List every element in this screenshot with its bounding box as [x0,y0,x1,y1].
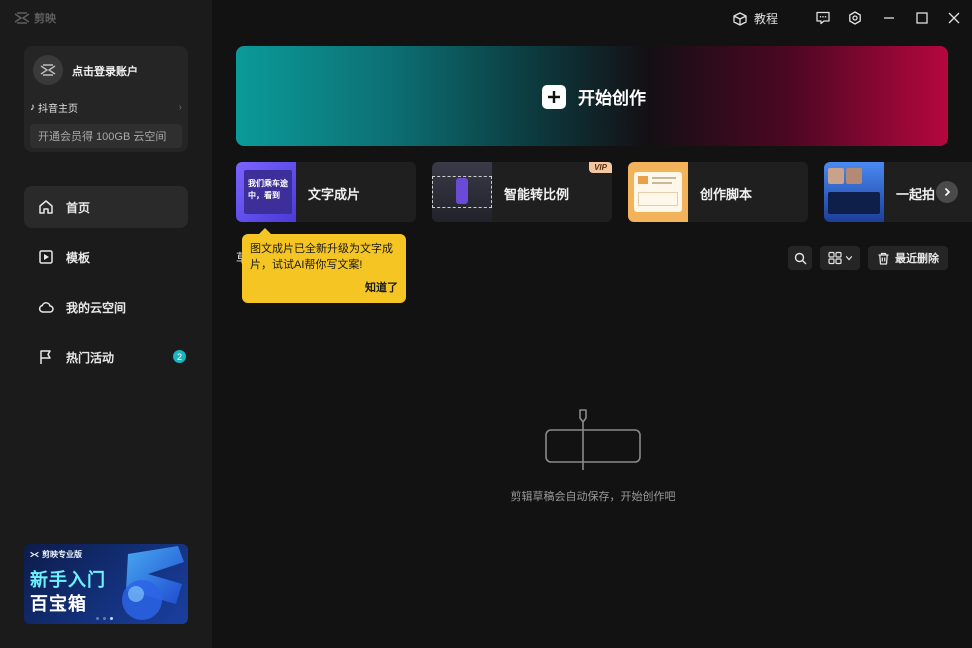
douyin-icon: ♪ [30,101,35,113]
card-script[interactable]: 创作脚本 [628,162,808,222]
tutorial-label: 教程 [754,12,779,26]
title-bar: 教程 [212,0,972,36]
start-creation-content: 开始创作 [542,84,646,109]
card-thumbnail [432,162,492,222]
sidebar-item-label: 热门活动 [66,350,115,365]
home-icon [39,200,53,214]
template-icon [39,250,53,264]
participant-thumb [828,168,844,184]
start-creation-button[interactable]: 开始创作 [236,46,948,146]
search-drafts-button[interactable] [788,246,812,270]
maximize-button[interactable] [914,10,930,26]
promo-carousel-dots[interactable] [96,617,113,620]
trash-icon [878,252,889,265]
cube-icon [733,11,747,26]
douyin-homepage-link[interactable]: ♪ 抖音主页 › [30,98,182,116]
feedback-button[interactable] [815,10,831,26]
search-icon [794,252,806,264]
account-card: 点击登录账户 ♪ 抖音主页 › 开通会员得 100GB 云空间 [24,46,188,152]
carousel-dot[interactable] [110,617,113,620]
card-label: 智能转比例 [504,187,570,202]
recently-deleted-button[interactable]: 最近删除 [868,246,948,270]
sidebar-item-label: 模板 [66,250,91,265]
carousel-dot[interactable] [96,617,99,620]
empty-drafts-message: 剪辑草稿会自动保存，开始创作吧 [510,491,676,503]
card-smart-ratio[interactable]: 智能转比例 VIP [432,162,612,222]
recently-deleted-label: 最近删除 [895,253,939,265]
card-text-to-video[interactable]: 我们乘车途中，看到 文字成片 [236,162,416,222]
tooltip-text: 图文成片已全新升级为文字成片，试试AI帮你写文案! [250,243,393,271]
sidebar: 剪映 点击登录账户 ♪ 抖音主页 › 开通会员得 100GB 云空间 首页 模板… [0,0,212,648]
view-mode-dropdown[interactable] [820,246,860,270]
flag-icon [40,350,51,364]
login-link[interactable]: 点击登录账户 [72,63,138,79]
promo-title-line2: 百宝箱 [30,594,87,614]
skater-figure [456,178,468,204]
promo-3d-logo-art [122,546,184,620]
capcut-logo-icon [14,12,30,24]
card-thumbnail [824,162,884,222]
card-label: 一起拍 [896,187,936,202]
app-logo: 剪映 [14,10,56,26]
sidebar-item-label: 首页 [66,200,91,215]
promo-banner[interactable]: 剪映专业版 新手入门 百宝箱 [24,544,188,624]
feedback-icon [816,11,830,25]
avatar[interactable] [33,55,63,85]
card-label: 文字成片 [308,187,361,202]
tutorial-button[interactable]: 教程 [733,10,778,27]
chevron-right-icon [944,187,951,197]
vip-badge: VIP [589,162,612,173]
start-creation-label: 开始创作 [578,89,646,108]
minimize-icon [884,17,894,19]
sidebar-item-label: 我的云空间 [66,300,127,315]
capcut-avatar-icon [40,64,56,76]
promo-title-line1: 新手入门 [30,570,106,590]
app-name: 剪映 [34,13,56,25]
script-thumb-image [638,176,648,184]
script-line [652,177,676,179]
carousel-dot[interactable] [103,617,106,620]
close-button[interactable] [946,10,962,26]
script-line [652,182,672,184]
sidebar-nav: 首页 模板 我的云空间 热门活动 2 [24,186,188,386]
card-thumbnail: 我们乘车途中，看到 [236,162,296,222]
douyin-label: 抖音主页 [38,103,78,115]
tooltip-dismiss-button[interactable]: 知道了 [365,279,398,295]
stage-preview [828,192,880,214]
chevron-right-icon: › [178,101,182,113]
capcut-logo-icon [30,551,39,558]
sidebar-item-events[interactable]: 热门活动 2 [24,336,188,378]
settings-button[interactable] [847,10,863,26]
close-icon [948,12,960,24]
promo-brand-label: 剪映专业版 [42,550,82,559]
settings-icon [849,11,861,25]
plus-icon [542,84,566,109]
minimize-button[interactable] [881,10,897,26]
feature-upgrade-tooltip: 图文成片已全新升级为文字成片，试试AI帮你写文案! 知道了 [242,228,406,303]
maximize-icon [916,12,928,24]
promo-brand: 剪映专业版 [30,549,82,560]
sidebar-item-home[interactable]: 首页 [24,186,188,228]
plus-glyph [548,90,560,103]
cards-next-button[interactable] [936,181,958,203]
participant-thumb [846,168,862,184]
sidebar-item-cloud[interactable]: 我的云空间 [24,286,188,328]
vip-upsell-label: 开通会员得 100GB 云空间 [38,131,167,143]
feature-cards: 我们乘车途中，看到 文字成片 智能转比例 VIP 创作脚本 一起拍 [236,162,972,222]
card-thumbnail [628,162,688,222]
chevron-down-icon [845,256,852,261]
sidebar-item-template[interactable]: 模板 [24,236,188,278]
grid-view-icon [827,251,842,265]
vip-upsell-button[interactable]: 开通会员得 100GB 云空间 [30,124,182,148]
empty-drafts-illustration [545,409,641,470]
cloud-icon [38,302,54,313]
script-table [638,192,678,206]
card-label: 创作脚本 [700,187,753,202]
notification-badge: 2 [173,350,186,363]
card-thumb-text: 我们乘车途中，看到 [248,179,288,200]
